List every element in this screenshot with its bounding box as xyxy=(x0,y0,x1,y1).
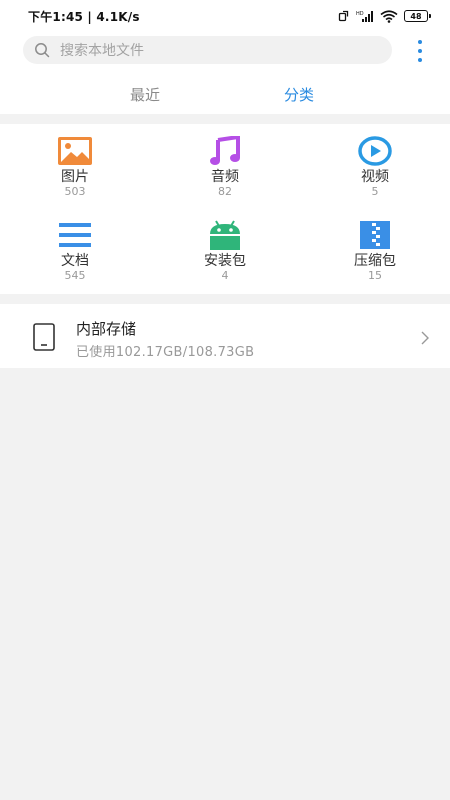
more-options-button[interactable] xyxy=(410,38,430,64)
play-circle-icon xyxy=(357,136,393,166)
storage-title: 内部存储 xyxy=(76,320,137,338)
chevron-right-icon xyxy=(420,330,430,345)
category-label: 安装包 xyxy=(204,253,246,269)
battery-level: 48 xyxy=(410,11,422,21)
search-input[interactable]: 搜索本地文件 xyxy=(23,36,392,64)
tab-recent[interactable]: 最近 xyxy=(130,84,160,105)
tab-bar: 最近 分类 xyxy=(0,68,450,114)
category-label: 图片 xyxy=(61,169,89,185)
screen-rotate-icon xyxy=(338,10,350,22)
category-documents[interactable]: 文档 545 xyxy=(15,220,135,290)
category-video[interactable]: 视频 5 xyxy=(315,136,435,206)
zip-archive-icon xyxy=(357,220,393,250)
search-placeholder: 搜索本地文件 xyxy=(60,43,144,59)
android-icon xyxy=(207,220,243,250)
image-icon xyxy=(57,136,93,166)
tab-category[interactable]: 分类 xyxy=(284,84,314,105)
category-count: 82 xyxy=(218,185,232,198)
category-count: 5 xyxy=(371,185,379,198)
svg-text:HD: HD xyxy=(356,11,364,17)
category-archives[interactable]: 压缩包 15 xyxy=(315,220,435,290)
status-icons: HD 48 xyxy=(338,9,431,23)
category-images[interactable]: 图片 503 xyxy=(15,136,135,206)
internal-storage-row[interactable]: 内部存储 已使用102.17GB/108.73GB xyxy=(0,304,450,368)
search-area: 搜索本地文件 xyxy=(0,32,450,68)
category-count: 503 xyxy=(64,185,86,198)
category-audio[interactable]: 音频 82 xyxy=(165,136,285,206)
category-count: 4 xyxy=(221,269,229,282)
status-bar: 下午1:45 | 4.1K/s HD 48 xyxy=(0,0,450,32)
category-label: 视频 xyxy=(361,169,389,185)
hd-signal-icon: HD xyxy=(356,10,374,22)
storage-usage: 已使用102.17GB/108.73GB xyxy=(76,345,255,360)
more-dot-icon xyxy=(418,49,422,53)
category-count: 545 xyxy=(64,269,86,282)
category-label: 音频 xyxy=(211,169,239,185)
battery-icon: 48 xyxy=(404,10,431,22)
category-count: 15 xyxy=(368,269,382,282)
category-label: 文档 xyxy=(61,253,89,269)
tablet-device-icon xyxy=(32,322,56,352)
more-dot-icon xyxy=(418,40,422,44)
more-dot-icon xyxy=(418,58,422,62)
wifi-icon xyxy=(380,9,398,23)
category-label: 压缩包 xyxy=(354,253,396,269)
document-lines-icon xyxy=(57,220,93,250)
category-apks[interactable]: 安装包 4 xyxy=(165,220,285,290)
search-icon xyxy=(34,42,50,58)
category-grid: 图片 503 音频 82 视频 5 文档 545 安装包 4 压缩包 15 xyxy=(0,124,450,294)
status-time-speed: 下午1:45 | 4.1K/s xyxy=(28,9,140,24)
music-note-icon xyxy=(207,136,243,166)
